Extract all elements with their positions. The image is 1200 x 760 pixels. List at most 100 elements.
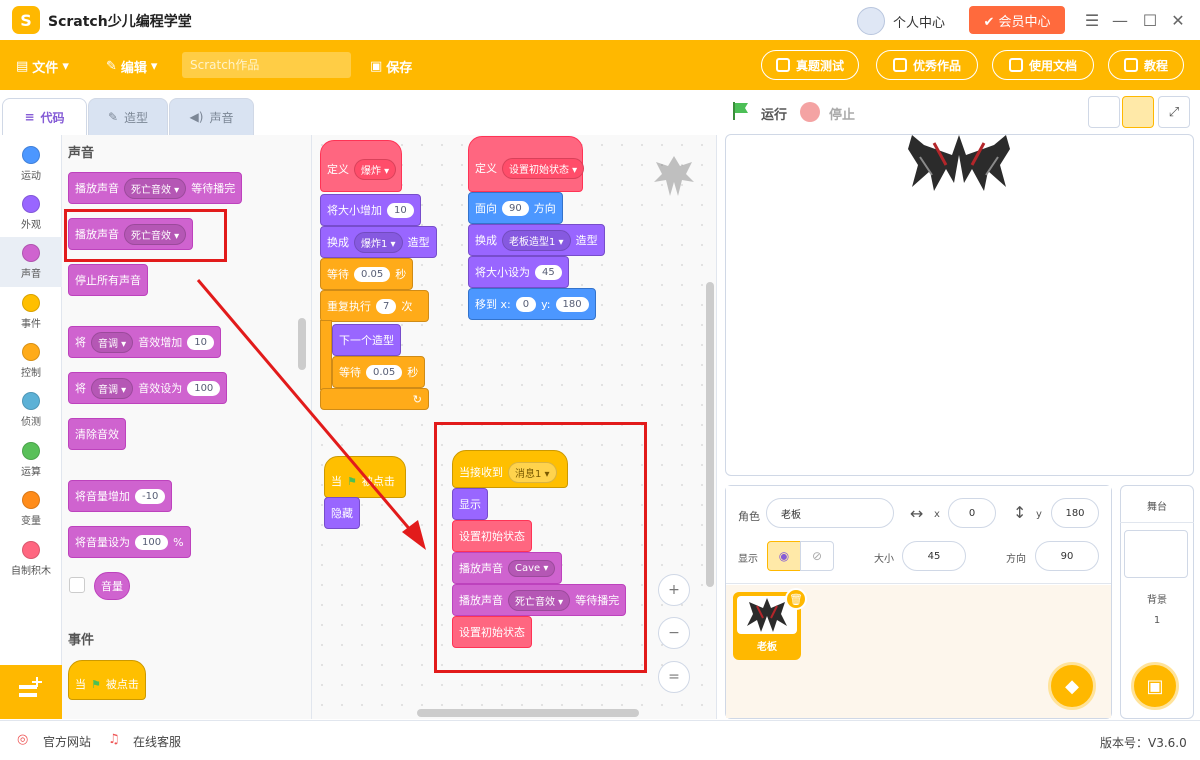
eye-icon[interactable]: ◉ [767,541,801,571]
vertical-arrows-icon: ↕ [1013,503,1027,522]
small-stage-icon[interactable] [1088,96,1120,128]
play-sound-until-done-block[interactable]: 播放声音死亡音效等待播完 [68,172,243,204]
fullscreen-icon[interactable]: ⤢ [1158,96,1190,128]
change-size-block[interactable]: 将大小增加 10 [320,194,421,226]
support-link[interactable]: 在线客服 [133,733,181,750]
menu-icon[interactable]: ☰ [1080,8,1104,32]
website-link[interactable]: 官方网站 [43,733,91,750]
x-field[interactable]: 0 [948,498,996,528]
avatar[interactable] [857,7,885,35]
show-label: 显示 [738,554,758,565]
category-dot-icon [22,491,40,509]
trash-icon[interactable]: 🗑 [785,588,807,610]
category-dot-icon [22,541,40,559]
category-label: 侦测 [21,417,41,428]
showcase-button[interactable]: 优秀作品 [876,50,978,80]
member-center-button[interactable]: ✔ 会员中心 [969,6,1065,34]
category-3[interactable]: 事件 [0,287,62,337]
category-label: 运算 [21,467,41,478]
thumbs-up-icon [892,58,907,72]
project-name-input[interactable] [182,52,351,78]
zoom-reset-button[interactable]: = [658,661,690,693]
green-flag-icon: ⚑ [91,677,101,691]
book-icon [1123,58,1138,72]
clipboard-icon [775,58,790,72]
add-backdrop-button[interactable]: ▣ [1131,662,1179,710]
category-dot-icon [22,146,40,164]
sprite-name-label: 角色 [738,510,760,523]
version-text: 版本号：V3.6.0 [1100,736,1187,750]
file-menu[interactable]: ▤ 文件 ▾ [16,57,69,76]
volume-reporter[interactable]: 音量 [94,572,130,600]
chevron-down-icon: ▾ [62,59,69,74]
clear-effects-block[interactable]: 清除音效 [68,418,126,450]
run-button[interactable]: 运行 [761,104,787,123]
file-icon: ▤ [16,59,29,74]
volume-checkbox[interactable] [69,577,85,593]
category-4[interactable]: 控制 [0,336,62,386]
backdrop-count: 1 [1153,615,1161,626]
category-8[interactable]: 自制积木 [0,534,62,584]
y-field[interactable]: 180 [1051,498,1099,528]
category-label: 变量 [21,516,41,527]
category-label: 事件 [21,319,41,330]
zoom-in-button[interactable]: + [658,574,690,606]
workspace-v-scrollbar[interactable] [706,282,714,587]
minimize-icon[interactable]: — [1108,8,1132,32]
tab-code[interactable]: ≡ 代码 [2,98,87,135]
define-block[interactable]: 定义 爆炸 [320,140,402,192]
point-direction-block[interactable]: 面向 90 方向 [468,192,563,224]
size-label: 大小 [874,554,894,565]
stop-button[interactable]: 停止 [829,104,855,123]
category-dot-icon [22,343,40,361]
add-sprite-button[interactable]: ◆ [1048,662,1096,710]
y-label: y [1036,509,1042,520]
green-flag-icon[interactable] [732,101,750,121]
category-dot-icon [22,442,40,460]
switch-costume-block[interactable]: 换成爆炸1造型 [320,226,437,258]
tab-sound[interactable]: ◀) 声音 [169,98,254,135]
normal-stage-icon[interactable] [1122,96,1154,128]
brush-icon: ✎ [107,110,119,124]
change-volume-block[interactable]: 将音量增加 -10 [68,480,173,512]
set-volume-block[interactable]: 将音量设为 100% [68,526,191,558]
stage-thumbnail[interactable] [1124,530,1188,578]
highlight-box [434,422,647,673]
category-2[interactable]: 声音 [0,237,62,287]
category-5[interactable]: 侦测 [0,385,62,435]
add-extension-button[interactable] [0,665,62,719]
maximize-icon[interactable]: ☐ [1138,8,1162,32]
zoom-out-button[interactable]: − [658,617,690,649]
category-7[interactable]: 变量 [0,484,62,534]
stage-canvas[interactable] [725,134,1194,476]
stop-icon[interactable] [800,102,820,122]
direction-field[interactable]: 90 [1035,541,1099,571]
size-field[interactable]: 45 [902,541,966,571]
switch-costume-block[interactable]: 换成老板造型1造型 [468,224,605,256]
edit-menu[interactable]: ✎ 编辑 ▾ [106,57,157,76]
sprite-name-field[interactable]: 老板 [766,498,894,528]
goto-xy-block[interactable]: 移到 x: 0 y: 180 [468,288,596,320]
when-flag-clicked-block[interactable]: 当 ⚑ 被点击 [68,660,146,700]
define-block[interactable]: 定义 设置初始状态 [468,136,585,192]
eye-slash-icon[interactable]: ⊘ [800,541,834,571]
category-dot-icon [22,195,40,213]
exam-button[interactable]: 真题测试 [761,50,859,80]
category-1[interactable]: 外观 [0,188,62,238]
category-label: 外观 [21,220,41,231]
stop-all-sounds-block[interactable]: 停止所有声音 [68,264,148,296]
speaker-icon: ◀) [189,110,204,124]
category-6[interactable]: 运算 [0,435,62,485]
close-icon[interactable]: ✕ [1166,8,1190,32]
tab-costume[interactable]: ✎ 造型 [88,98,168,135]
backdrop-label: 背景 [1147,595,1167,606]
workspace-h-scrollbar[interactable] [417,709,639,717]
docs-button[interactable]: 使用文档 [992,50,1094,80]
set-size-block[interactable]: 将大小设为 45 [468,256,569,288]
category-0[interactable]: 运动 [0,139,62,189]
user-center-link[interactable]: 个人中心 [893,12,945,31]
headset-icon: ♫ [108,732,120,747]
tutorial-button[interactable]: 教程 [1108,50,1184,80]
save-button[interactable]: ▣ 保存 [370,57,412,76]
chevron-down-icon: ▾ [150,59,158,74]
